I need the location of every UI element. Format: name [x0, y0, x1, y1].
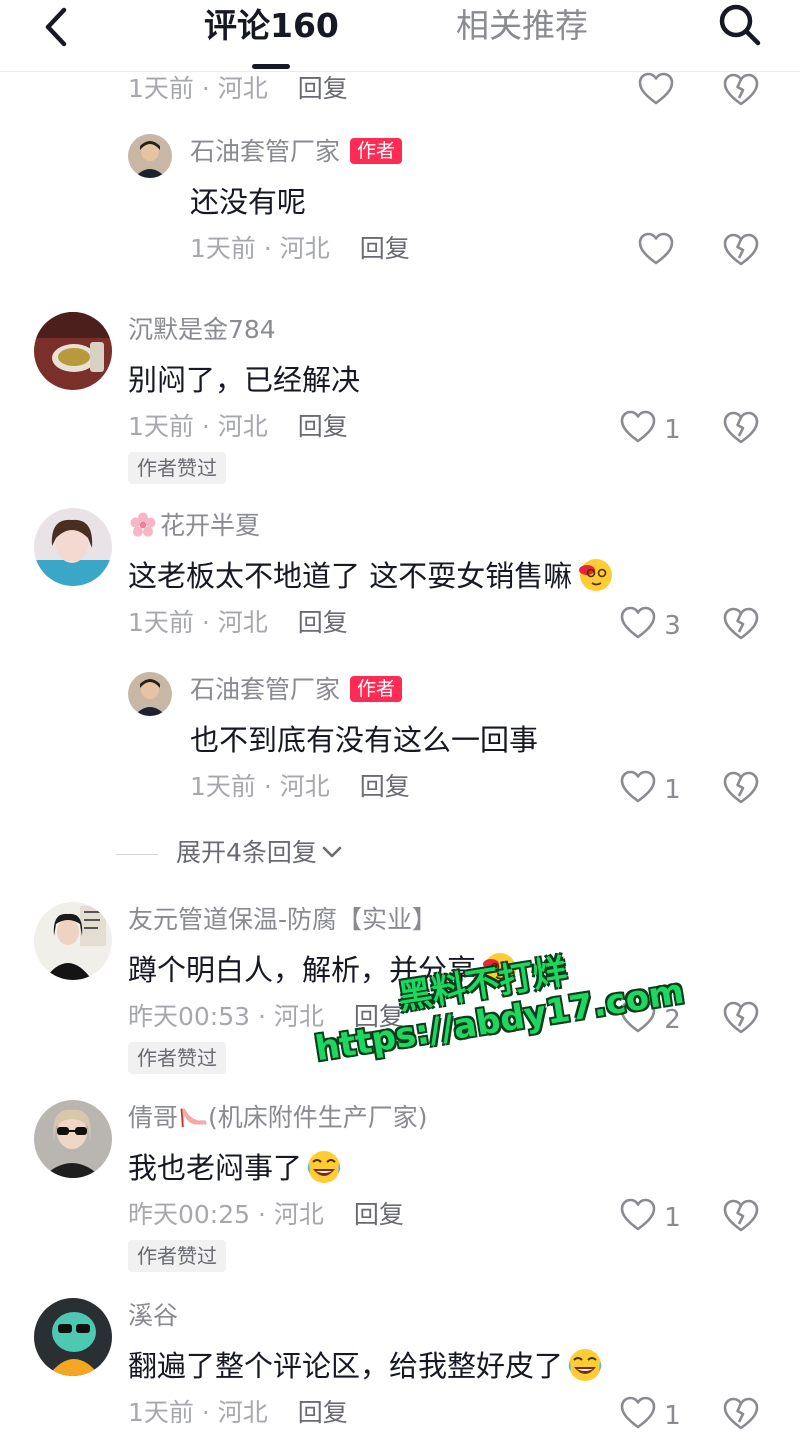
active-tab-indicator	[252, 64, 290, 69]
username[interactable]: 溪谷	[128, 1300, 178, 1332]
comment-meta: 1天前 · 河北 回复	[128, 1396, 348, 1430]
broken-heart-icon[interactable]	[722, 770, 760, 806]
username[interactable]: 沉默是金784	[128, 314, 276, 346]
comment-text: 也不到底有没有这么一回事	[190, 723, 539, 757]
expand-replies[interactable]: 展开4条回复	[0, 834, 800, 874]
broken-heart-icon[interactable]	[722, 410, 760, 446]
cherry-blossom-emoji	[130, 512, 156, 537]
heart-icon	[620, 1198, 656, 1231]
heart-icon	[638, 72, 674, 105]
avatar[interactable]	[128, 672, 172, 716]
chevron-left-icon[interactable]	[36, 2, 80, 52]
avatar[interactable]	[34, 1298, 112, 1376]
comment-meta: 1天前 · 河北 回复	[128, 410, 348, 444]
comment-text: 蹲个明白人，解析，并分享	[128, 950, 518, 990]
comment-meta: 1天前 · 河北 回复	[190, 232, 410, 266]
heart-icon	[620, 770, 656, 803]
tab-comments[interactable]: 评论160	[204, 6, 339, 46]
like-button[interactable]: 1	[620, 1396, 681, 1432]
like-count: 1	[664, 415, 681, 445]
comment-text: 这老板太不地道了 这不耍女销售嘛	[128, 556, 614, 596]
broken-heart-icon[interactable]	[722, 1000, 760, 1036]
author-liked-tag: 作者赞过	[128, 452, 226, 484]
reply-button[interactable]: 回复	[298, 412, 348, 441]
comment-text: 翻遍了整个评论区，给我整好皮了	[128, 1346, 605, 1386]
broken-heart-icon[interactable]	[722, 72, 760, 108]
reply-button[interactable]: 回复	[360, 772, 410, 801]
search-icon[interactable]	[714, 0, 766, 52]
comment-meta: 昨天00:25 · 河北 回复	[128, 1198, 404, 1232]
heart-icon	[620, 1000, 656, 1033]
heart-icon	[620, 410, 656, 443]
like-button[interactable]: 2	[620, 1000, 681, 1036]
username[interactable]: 倩哥 (机床附件生产厂家)	[128, 1102, 428, 1134]
tab-related[interactable]: 相关推荐	[456, 6, 588, 46]
comment-time: 1天前 · 河北	[128, 412, 268, 441]
reply-button[interactable]: 回复	[354, 1200, 404, 1229]
heart-icon	[620, 1396, 656, 1429]
comment-meta: 1天前 · 河北 回复	[128, 72, 348, 106]
like-button[interactable]: 1	[620, 770, 681, 806]
like-button[interactable]: 1	[620, 1198, 681, 1234]
comment-text: 我也老闷事了	[128, 1148, 344, 1188]
comment-text: 还没有呢	[190, 185, 307, 219]
broken-heart-icon[interactable]	[722, 1396, 760, 1432]
heart-icon	[620, 606, 656, 639]
dizzy-face-emoji	[483, 953, 517, 985]
rolling-laughing-emoji	[307, 1151, 341, 1183]
comment-time: 1天前 · 河北	[128, 1398, 268, 1427]
like-button[interactable]: 1	[620, 410, 681, 446]
avatar[interactable]	[34, 902, 112, 980]
divider	[116, 854, 158, 855]
comment-time: 1天前 · 河北	[128, 74, 268, 103]
reply-button[interactable]: 回复	[298, 608, 348, 637]
comment-time: 1天前 · 河北	[190, 234, 330, 263]
reply-button[interactable]: 回复	[298, 74, 348, 103]
rolling-laughing-emoji	[568, 1349, 602, 1381]
like-button[interactable]	[638, 72, 674, 108]
comment-meta: 1天前 · 河北 回复	[128, 606, 348, 640]
comment-meta: 1天前 · 河北 回复	[190, 770, 410, 804]
broken-heart-icon[interactable]	[722, 606, 760, 642]
comment-text: 别闷了，已经解决	[128, 363, 361, 397]
like-count: 1	[664, 1203, 681, 1233]
comment-list: 1天前 · 河北 回复 石油套管厂家 作者 还没有呢 1天前 · 河北 回复 沉默是金…	[0, 0, 800, 1448]
like-count: 3	[664, 611, 681, 641]
avatar[interactable]	[34, 1100, 112, 1178]
like-button[interactable]	[638, 232, 674, 268]
comment-time: 昨天00:25 · 河北	[128, 1200, 324, 1229]
chevron-down-icon	[322, 846, 342, 858]
heart-icon	[638, 232, 674, 265]
comment-time: 昨天00:53 · 河北	[128, 1002, 324, 1031]
comment-time: 1天前 · 河北	[190, 772, 330, 801]
reply-button[interactable]: 回复	[360, 234, 410, 263]
dizzy-face-emoji	[579, 559, 613, 591]
broken-heart-icon[interactable]	[722, 232, 760, 268]
avatar[interactable]	[128, 134, 172, 178]
author-badge: 作者	[350, 138, 403, 164]
avatar[interactable]	[34, 508, 112, 586]
author-badge: 作者	[350, 676, 403, 702]
username[interactable]: 石油套管厂家 作者	[190, 674, 403, 706]
broken-heart-icon[interactable]	[722, 1198, 760, 1234]
like-button[interactable]: 3	[620, 606, 681, 642]
username[interactable]: 友元管道保温-防腐【实业】	[128, 904, 437, 936]
like-count: 1	[664, 1401, 681, 1431]
expand-replies-button[interactable]: 展开4条回复	[176, 836, 343, 870]
username[interactable]: 石油套管厂家 作者	[190, 136, 403, 168]
comment-time: 1天前 · 河北	[128, 608, 268, 637]
top-nav-bar: 评论160 相关推荐	[0, 0, 800, 72]
username[interactable]: 花开半夏	[128, 510, 260, 542]
high-heel-emoji	[180, 1108, 207, 1128]
comment-meta: 昨天00:53 · 河北 回复	[128, 1000, 404, 1034]
author-liked-tag: 作者赞过	[128, 1042, 226, 1074]
reply-button[interactable]: 回复	[298, 1398, 348, 1427]
like-count: 1	[664, 775, 681, 805]
like-count: 2	[664, 1005, 681, 1035]
author-liked-tag: 作者赞过	[128, 1240, 226, 1272]
avatar[interactable]	[34, 312, 112, 390]
reply-button[interactable]: 回复	[354, 1002, 404, 1031]
